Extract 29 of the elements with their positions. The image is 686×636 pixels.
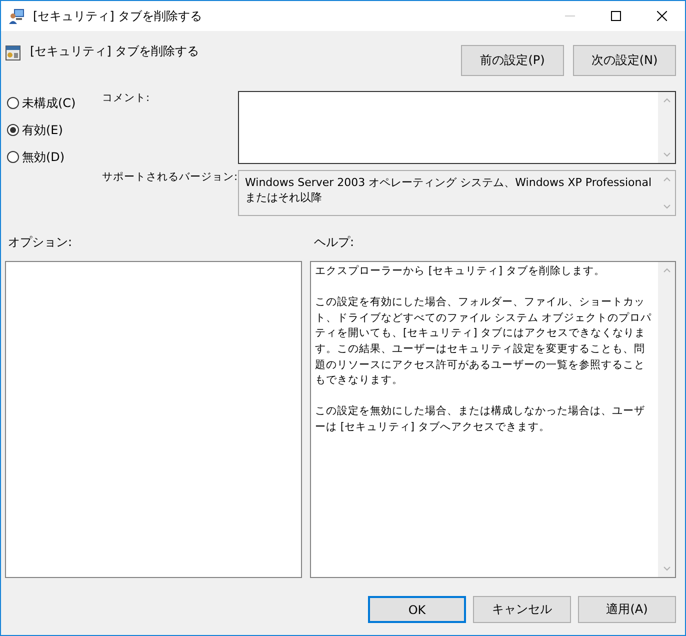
maximize-icon[interactable] bbox=[611, 11, 621, 21]
scroll-up-icon[interactable] bbox=[662, 96, 672, 105]
scroll-down-icon[interactable] bbox=[662, 202, 672, 211]
help-label: ヘルプ: bbox=[314, 234, 354, 251]
close-icon[interactable] bbox=[657, 11, 667, 21]
dialog-button[interactable]: キャンセル bbox=[473, 596, 571, 623]
supported-field: Windows Server 2003 オペレーティング システム、Windows XP Professional またはそれ以降 bbox=[238, 170, 676, 216]
help-paragraph: この設定を無効にした場合、または構成しなかった場合は、ユーザーは [セキュリティ] タブへアクセスできます。 bbox=[315, 404, 646, 435]
nav-button[interactable]: 次の設定(N) bbox=[573, 45, 676, 76]
comment-label: コメント: bbox=[102, 91, 151, 105]
policy-title: [セキュリティ] タブを削除する bbox=[30, 43, 200, 60]
dialog-button[interactable]: OK bbox=[368, 596, 466, 623]
computer-user-icon bbox=[9, 8, 25, 24]
help-paragraph: エクスプローラーから [セキュリティ] タブを削除します。 bbox=[315, 264, 606, 279]
radio-option[interactable]: 有効(E) bbox=[7, 121, 102, 139]
help-paragraph: この設定を有効にした場合、フォルダー、ファイル、ショートカット、ドライブなどすべてのファイル システム オブジェクトのプロパティを開いても、[セキュリティ] タブにはアクセスできなくなります。この結果、ユーザーはセキュリティ設定を変更することも、問題のリソースにアクセス許可があるユーザーの一覧を参照することもできなります。 bbox=[315, 295, 653, 388]
options-label: オプション: bbox=[8, 235, 72, 249]
nav-button[interactable]: 前の設定(P) bbox=[461, 45, 564, 76]
scroll-down-icon[interactable] bbox=[662, 564, 672, 573]
window-title: [セキュリティ] タブを削除する bbox=[33, 8, 204, 24]
dialog-button[interactable]: 適用(A) bbox=[578, 596, 676, 623]
scroll-down-icon[interactable] bbox=[662, 150, 672, 159]
radio-option[interactable]: 無効(D) bbox=[7, 148, 102, 166]
scroll-up-icon[interactable] bbox=[662, 266, 672, 275]
supported-label: サポートされるバージョン: bbox=[102, 170, 238, 184]
scroll-up-icon[interactable] bbox=[662, 175, 672, 184]
radio-option[interactable]: 未構成(C) bbox=[7, 94, 102, 112]
comment-field[interactable] bbox=[238, 91, 676, 164]
policy-icon bbox=[5, 45, 21, 61]
